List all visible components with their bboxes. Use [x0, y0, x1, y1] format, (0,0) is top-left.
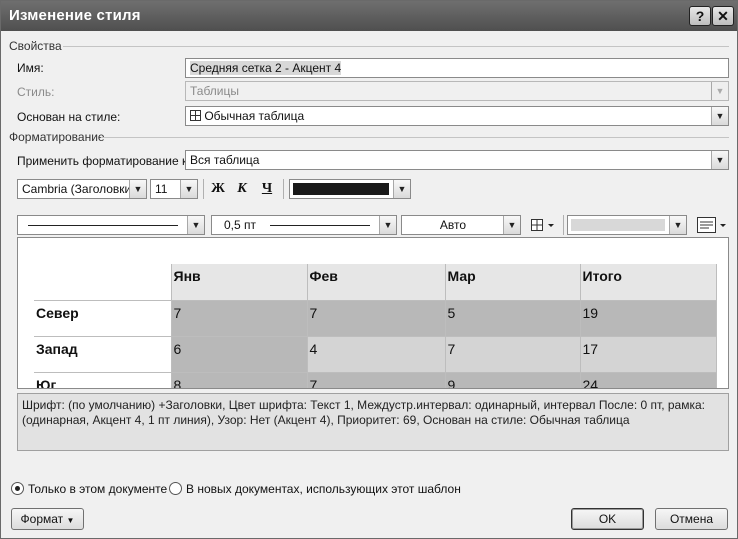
based-on-label: Основан на стиле: [17, 110, 121, 124]
style-preview: Янв Фев Мар Итого Север 7 7 5 19 Запад 6… [17, 237, 729, 389]
chevron-down-icon[interactable]: ▼ [503, 216, 520, 234]
based-on-select[interactable]: Обычная таблица ▼ [185, 106, 729, 126]
based-on-value: Обычная таблица [204, 109, 305, 123]
preview-cell: 4 [306, 335, 446, 373]
border-width-line [270, 225, 370, 226]
font-name-select[interactable]: Cambria (Заголовки) ▼ [17, 179, 147, 199]
toolbar-separator [203, 179, 204, 199]
preview-cell: 5 [444, 299, 581, 337]
chevron-down-icon[interactable]: ▼ [393, 180, 410, 198]
border-color-value: Авто [439, 218, 467, 232]
border-width-value: 0,5 пт [224, 218, 257, 232]
preview-row: Запад 6 4 7 17 [34, 335, 717, 373]
preview-col-header: Итого [579, 264, 717, 301]
preview-col-header: Янв [170, 264, 308, 301]
chevron-down-icon[interactable]: ▼ [669, 216, 686, 234]
font-color-swatch [293, 183, 389, 195]
italic-button[interactable]: К [232, 179, 252, 199]
ok-button[interactable]: OK [571, 508, 644, 530]
chevron-down-icon[interactable]: ▼ [711, 107, 728, 125]
name-input[interactable]: Средняя сетка 2 - Акцент 4 [185, 58, 729, 78]
radio-this-document-label[interactable]: Только в этом документе [28, 482, 167, 496]
chevron-down-icon[interactable]: ▼ [129, 180, 146, 198]
apply-to-value: Вся таблица [190, 153, 260, 167]
formatting-group-label: Форматирование [9, 130, 105, 144]
chevron-down-icon[interactable]: ▼ [379, 216, 396, 234]
preview-row-header: Запад [34, 335, 172, 373]
preview-corner-cell [34, 264, 171, 300]
chevron-down-icon: ▼ [66, 516, 75, 525]
chevron-down-icon[interactable]: ▼ [711, 151, 728, 169]
style-type-value: Таблицы [190, 84, 240, 98]
preview-col-header: Мар [444, 264, 581, 301]
borders-button[interactable] [527, 215, 559, 235]
preview-col-header: Фев [306, 264, 446, 301]
format-button-label: Формат [20, 512, 64, 526]
preview-cell: 7 [444, 335, 581, 373]
bold-button[interactable]: Ж [208, 179, 228, 199]
preview-cell: 7 [306, 299, 446, 337]
formatting-divider [101, 137, 729, 138]
font-name-value: Cambria (Заголовки) [22, 182, 136, 196]
radio-this-document[interactable] [11, 482, 24, 495]
apply-to-select[interactable]: Вся таблица ▼ [185, 150, 729, 170]
style-description: Шрифт: (по умолчанию) +Заголовки, Цвет ш… [17, 393, 729, 451]
font-size-select[interactable]: 11 ▼ [150, 179, 198, 199]
table-icon [190, 110, 201, 121]
cancel-button[interactable]: Отмена [655, 508, 728, 530]
preview-cell: 7 [306, 371, 446, 388]
border-color-select[interactable]: Авто ▼ [401, 215, 521, 235]
help-button[interactable]: ? [689, 6, 711, 26]
style-type-select: Таблицы ▼ [185, 81, 729, 101]
preview-header-row: Янв Фев Мар Итого [34, 264, 717, 301]
title-bar: Изменение стиля ? ✕ [1, 1, 737, 31]
font-color-select[interactable]: ▼ [289, 179, 411, 199]
properties-divider [63, 46, 729, 47]
toolbar-separator [283, 179, 284, 199]
border-style-line [28, 225, 178, 226]
apply-to-label: Применить форматирование к: [17, 154, 191, 168]
modify-style-dialog: Изменение стиля ? ✕ Свойства Имя: Средня… [0, 0, 738, 539]
border-style-select[interactable]: ▼ [17, 215, 205, 235]
shading-icon [571, 219, 665, 231]
preview-cell: 9 [444, 371, 581, 388]
shading-select[interactable]: ▼ [567, 215, 687, 235]
dialog-title: Изменение стиля [9, 7, 141, 24]
preview-cell: 24 [579, 371, 717, 388]
preview-row: Юг 8 7 9 24 [34, 371, 717, 388]
name-label: Имя: [17, 61, 44, 75]
preview-table: Янв Фев Мар Итого Север 7 7 5 19 Запад 6… [34, 264, 717, 388]
name-input-value: Средняя сетка 2 - Акцент 4 [190, 61, 342, 75]
chevron-down-icon: ▼ [711, 82, 728, 100]
chevron-down-icon[interactable]: ▼ [187, 216, 204, 234]
font-size-value: 11 [155, 182, 168, 196]
preview-row-header: Юг [34, 371, 172, 388]
preview-cell: 7 [170, 299, 308, 337]
preview-cell: 17 [579, 335, 717, 373]
style-type-label: Стиль: [17, 85, 55, 99]
preview-row-header: Север [34, 299, 172, 337]
radio-new-documents[interactable] [169, 482, 182, 495]
format-menu-button[interactable]: Формат ▼ [11, 508, 84, 530]
properties-group-label: Свойства [9, 39, 62, 53]
underline-button[interactable]: Ч [257, 179, 277, 199]
cell-alignment-button[interactable] [695, 215, 729, 235]
chevron-down-icon[interactable]: ▼ [180, 180, 197, 198]
cell-align-icon [697, 217, 726, 233]
toolbar-separator [563, 215, 564, 235]
preview-row: Север 7 7 5 19 [34, 299, 717, 337]
border-width-select[interactable]: 0,5 пт ▼ [211, 215, 397, 235]
borders-grid-icon [531, 219, 554, 231]
close-button[interactable]: ✕ [712, 6, 734, 26]
radio-new-documents-label[interactable]: В новых документах, использующих этот ша… [186, 482, 461, 496]
preview-cell: 6 [170, 335, 308, 373]
preview-cell: 19 [579, 299, 717, 337]
preview-cell: 8 [170, 371, 308, 388]
